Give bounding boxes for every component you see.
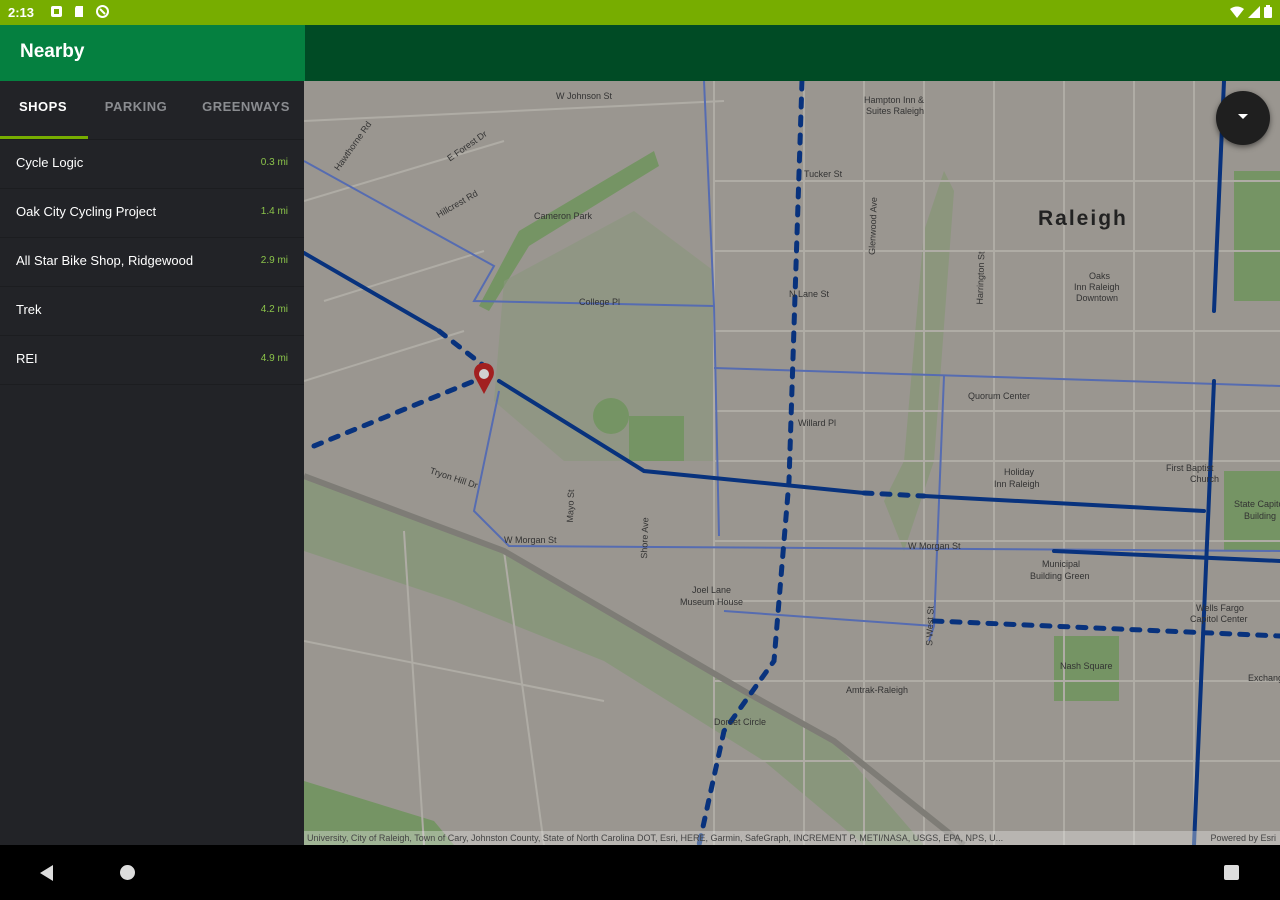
tab-indicator <box>0 136 88 139</box>
page-title: Nearby <box>20 41 85 62</box>
shop-distance: 0.3 mi <box>260 157 288 168</box>
sd-card-icon <box>75 6 83 17</box>
park-label: Cameron Park <box>534 211 593 221</box>
poi-label: Museum House <box>680 597 744 607</box>
status-icons-left <box>50 5 109 18</box>
poi-label: Municipal <box>1042 559 1081 569</box>
poi-label: First Baptist <box>1166 463 1214 473</box>
poi-label: Building Green <box>1030 571 1090 581</box>
poi-label: Exchange <box>1248 673 1280 683</box>
shop-name: All Star Bike Shop, Ridgewood <box>16 253 194 268</box>
sidebar: SHOPS PARKING GREENWAYS Cycle Logic 0.3 … <box>0 81 304 845</box>
shop-name: Trek <box>16 302 42 317</box>
status-time: 2:13 <box>8 5 35 20</box>
park-label: Nash Square <box>1060 661 1113 671</box>
athletic-field <box>629 416 684 461</box>
shop-name: Cycle Logic <box>16 155 84 170</box>
list-item[interactable]: Cycle Logic 0.3 mi <box>0 140 304 189</box>
map-canvas[interactable] <box>304 81 1280 845</box>
poi-label: Capitol Center <box>1190 614 1248 624</box>
city-label: Raleigh <box>1038 207 1128 230</box>
street-label: Tucker St <box>804 169 843 179</box>
street-label: Mayo St <box>564 489 577 523</box>
street-label: College Pl <box>579 297 621 307</box>
signal-icon <box>1248 5 1260 18</box>
powered-by-text[interactable]: Powered by Esri <box>1210 831 1276 845</box>
poi-label: Downtown <box>1076 293 1119 303</box>
app-bar: Nearby <box>0 25 1280 81</box>
notification-icon <box>51 6 62 17</box>
street-label: S West St <box>924 605 936 647</box>
shop-distance: 4.2 mi <box>260 304 288 315</box>
recents-icon[interactable] <box>1224 865 1239 880</box>
expand-map-button[interactable] <box>1216 91 1270 145</box>
list-item[interactable]: All Star Bike Shop, Ridgewood 2.9 mi <box>0 238 304 287</box>
poi-label: Holiday <box>1004 467 1035 477</box>
street-label: Willard Pl <box>798 418 837 428</box>
poi-label: Suites Raleigh <box>866 106 925 116</box>
poi-label: Inn Raleigh <box>994 479 1040 489</box>
location-pin-icon[interactable] <box>474 363 494 394</box>
poi-label: Amtrak-Raleigh <box>846 685 909 695</box>
track-area <box>593 398 629 434</box>
street-label: Harrington St <box>974 251 987 305</box>
status-bar: 2:13 <box>0 0 1280 25</box>
shop-name: Oak City Cycling Project <box>16 204 157 219</box>
poi-label: Inn Raleigh <box>1074 282 1120 292</box>
home-icon[interactable] <box>120 865 135 880</box>
street-label: Shore Ave <box>638 517 651 559</box>
shop-distance: 2.9 mi <box>260 255 288 266</box>
tab-bar: SHOPS PARKING GREENWAYS <box>0 81 304 140</box>
chevron-down-icon <box>1238 114 1248 119</box>
tab-shops[interactable]: SHOPS <box>0 81 86 139</box>
shop-list: Cycle Logic 0.3 mi Oak City Cycling Proj… <box>0 140 304 385</box>
street-label: W Johnson St <box>556 91 613 101</box>
map-attribution: University, City of Raleigh, Town of Car… <box>304 831 1280 845</box>
list-item[interactable]: Trek 4.2 mi <box>0 287 304 336</box>
tab-parking[interactable]: PARKING <box>92 81 180 139</box>
shop-name: REI <box>16 351 38 366</box>
street-label: W Morgan St <box>908 541 961 551</box>
street-label: N Lane St <box>789 289 830 299</box>
poi-label: State Capitol <box>1234 499 1280 509</box>
battery-icon <box>1264 5 1272 18</box>
list-item[interactable]: REI 4.9 mi <box>0 336 304 385</box>
list-item[interactable]: Oak City Cycling Project 1.4 mi <box>0 189 304 238</box>
system-nav-bar <box>0 845 1280 900</box>
poi-label: Wells Fargo <box>1196 603 1244 613</box>
sync-icon <box>96 5 109 18</box>
app-bar-title-area: Nearby <box>0 25 305 81</box>
shop-distance: 1.4 mi <box>260 206 288 217</box>
poi-label: Hampton Inn & <box>864 95 925 105</box>
map-view[interactable]: Raleigh W Johnson St Hampton Inn & Suite… <box>304 81 1280 845</box>
poi-label: Joel Lane <box>692 585 732 595</box>
street-label: Glenwood Ave <box>866 196 879 256</box>
poi-label: Dorset Circle <box>714 717 767 727</box>
poi-label: Oaks <box>1089 271 1111 281</box>
attribution-text: University, City of Raleigh, Town of Car… <box>307 833 1004 843</box>
poi-label: Building <box>1244 511 1277 521</box>
poi-label: Church <box>1190 474 1220 484</box>
back-icon[interactable] <box>40 865 53 881</box>
park-area <box>1234 171 1280 301</box>
status-icons-right <box>1230 5 1272 18</box>
wifi-icon <box>1230 6 1244 18</box>
shop-distance: 4.9 mi <box>260 353 288 364</box>
street-label: W Morgan St <box>504 535 557 545</box>
tab-greenways[interactable]: GREENWAYS <box>192 81 300 139</box>
poi-label: Quorum Center <box>968 391 1031 401</box>
